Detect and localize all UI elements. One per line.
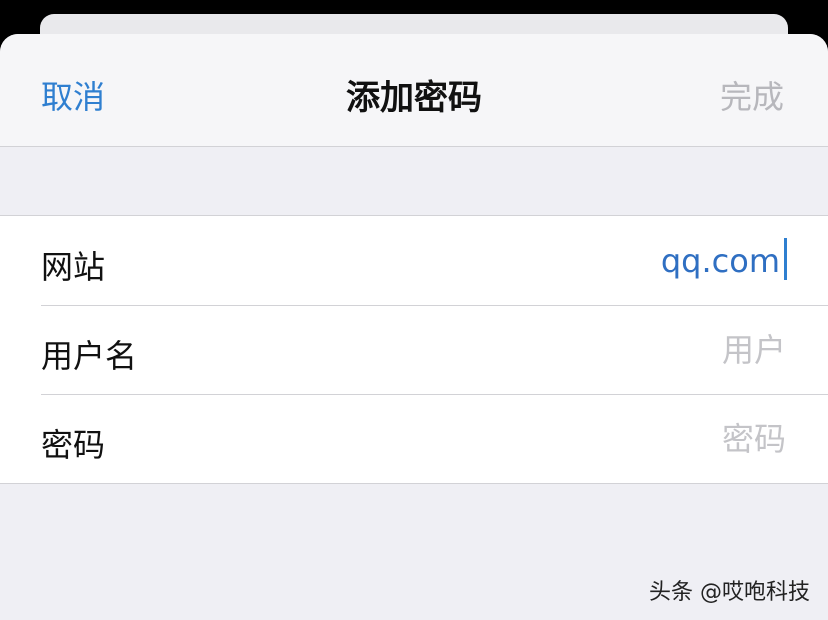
- screen: 取消 添加密码 完成 网站 用户名 密码 头条 @哎咆科技: [0, 0, 828, 620]
- add-password-sheet: 取消 添加密码 完成 网站 用户名 密码 头条 @哎咆科技: [0, 34, 828, 620]
- website-field[interactable]: [400, 238, 780, 284]
- password-label: 密码: [41, 426, 106, 464]
- username-field[interactable]: [406, 327, 786, 373]
- username-label: 用户名: [41, 337, 138, 375]
- done-button[interactable]: 完成: [720, 72, 784, 118]
- watermark-text: 头条 @哎咆科技: [649, 580, 810, 605]
- password-field[interactable]: [406, 416, 786, 462]
- navigation-bar: 取消 添加密码 完成: [0, 34, 828, 147]
- website-label: 网站: [41, 248, 106, 286]
- username-row[interactable]: 用户名: [0, 305, 828, 394]
- password-form: 网站 用户名 密码: [0, 215, 828, 484]
- text-cursor: [784, 238, 787, 280]
- section-spacer: [0, 147, 828, 215]
- password-row[interactable]: 密码: [0, 394, 828, 483]
- website-row[interactable]: 网站: [0, 216, 828, 305]
- page-title: 添加密码: [346, 78, 482, 118]
